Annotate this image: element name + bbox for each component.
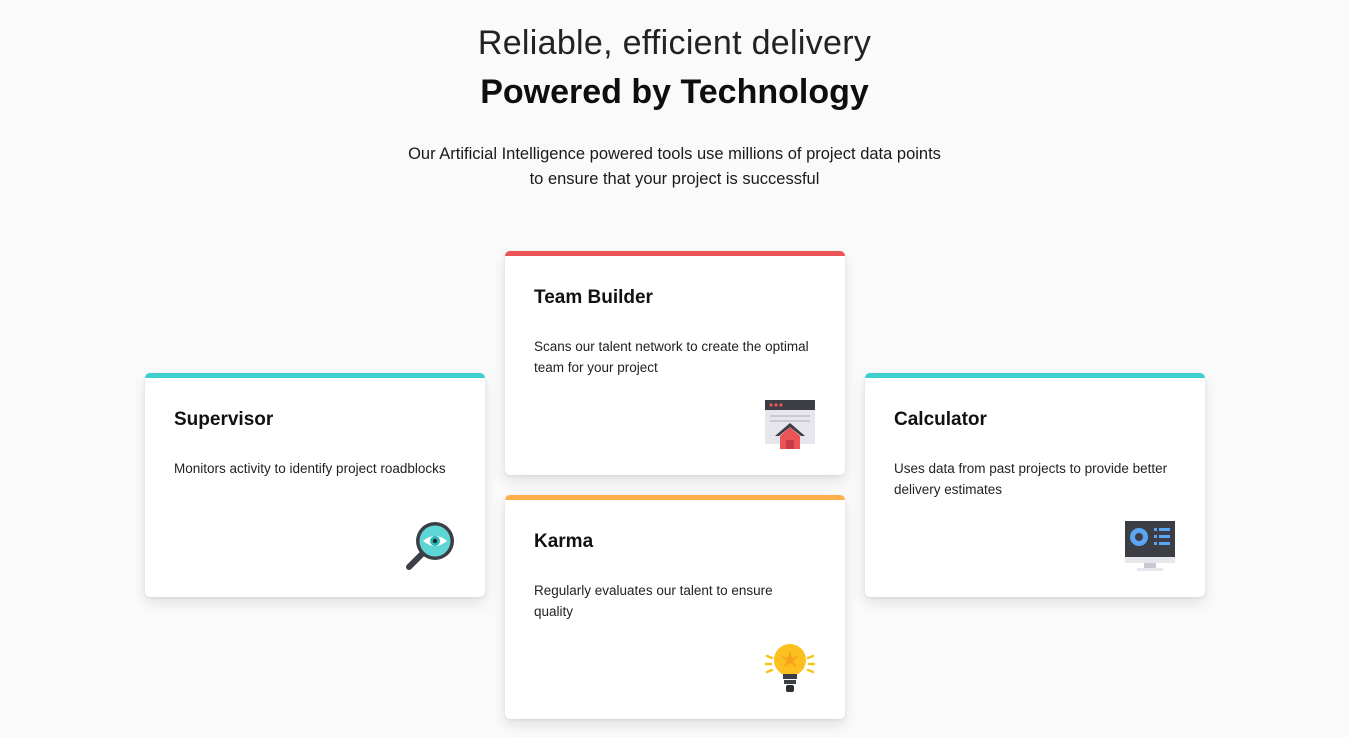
monitor-chart-icon bbox=[1124, 520, 1176, 572]
card-calculator: Calculator Uses data from past projects … bbox=[865, 373, 1205, 597]
section-subtitle: Reliable, efficient delivery bbox=[477, 24, 872, 62]
section-title: Powered by Technology bbox=[480, 73, 869, 111]
card-description: Regularly evaluates our talent to ensure… bbox=[534, 583, 773, 619]
features-section: Reliable, efficient delivery Powered by … bbox=[0, 0, 1349, 737]
card-title: Supervisor bbox=[174, 409, 274, 430]
magnifier-eye-icon bbox=[404, 520, 456, 572]
card-accent-bar bbox=[145, 373, 485, 378]
card-title: Calculator bbox=[894, 409, 987, 430]
lightbulb-icon bbox=[764, 642, 816, 694]
card-accent-bar bbox=[505, 251, 845, 256]
browser-house-icon bbox=[764, 398, 816, 450]
card-karma: Karma Regularly evaluates our talent to … bbox=[505, 495, 845, 719]
card-accent-bar bbox=[865, 373, 1205, 378]
card-description: Monitors activity to identify project ro… bbox=[174, 461, 446, 476]
card-supervisor: Supervisor Monitors activity to identify… bbox=[145, 373, 485, 597]
card-description: Scans our talent network to create the o… bbox=[534, 339, 809, 375]
section-description: Our Artificial Intelligence powered tool… bbox=[408, 145, 941, 188]
card-title: Team Builder bbox=[534, 287, 653, 308]
card-accent-bar bbox=[505, 495, 845, 500]
card-team-builder: Team Builder Scans our talent network to… bbox=[505, 251, 845, 475]
card-description: Uses data from past projects to provide … bbox=[894, 461, 1168, 497]
card-title: Karma bbox=[534, 531, 594, 552]
